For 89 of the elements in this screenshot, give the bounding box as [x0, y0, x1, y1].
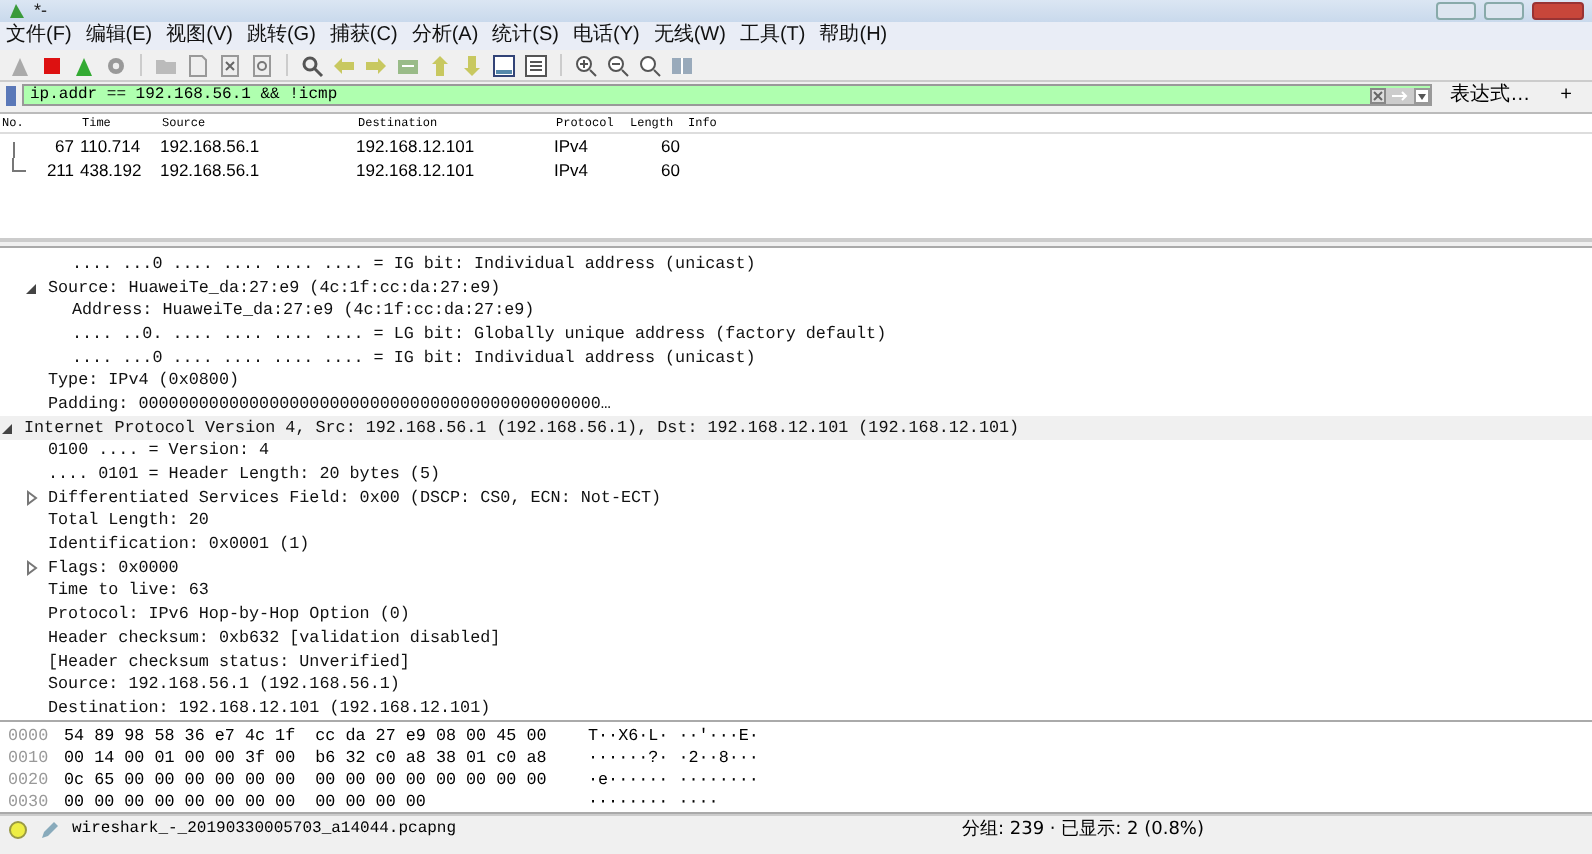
status-dot-icon[interactable]: [8, 819, 28, 839]
ascii-text[interactable]: T··X6·L· ··'···E·: [588, 725, 759, 745]
tree-item[interactable]: Flags: 0x0000: [48, 557, 179, 578]
table-cell-text: 60: [659, 160, 682, 180]
ascii-text[interactable]: ········ ····: [588, 791, 719, 811]
tree-item[interactable]: [Header checksum status: Unverified]: [48, 651, 410, 672]
collapsed-icon[interactable]: [24, 559, 40, 576]
menu-item[interactable]: 视图(V): [164, 24, 245, 48]
hex-offset: 0010: [8, 747, 51, 767]
expanded-icon[interactable]: [0, 419, 16, 436]
lines-icon[interactable]: [524, 53, 548, 77]
zoom-out-icon[interactable]: [606, 53, 630, 77]
menu-item[interactable]: 编辑(E): [83, 24, 165, 48]
menu-item[interactable]: 文件(F): [4, 24, 84, 48]
tree-item[interactable]: .... 0101 = Header Length: 20 bytes (5): [48, 464, 441, 485]
expanded-icon[interactable]: [24, 279, 40, 296]
tree-item[interactable]: .... ...0 .... .... .... .... = IG bit: Individual address (unicast): [72, 253, 756, 274]
ascii-text[interactable]: ·e······ ········: [588, 769, 759, 789]
menu-item[interactable]: 统计(S): [490, 24, 571, 48]
gear-icon[interactable]: [104, 53, 128, 77]
menu-item[interactable]: 无线(W): [651, 24, 738, 48]
tree-item[interactable]: Type: IPv4 (0x0800): [48, 370, 239, 391]
table-cell-text: 192.168.56.1: [160, 136, 262, 156]
pencil-icon[interactable]: [40, 819, 60, 839]
hex-bytes[interactable]: 54 89 98 58 36 e7 4c 1f cc da 27 e9 08 00 45 00: [64, 725, 588, 745]
table-cell-text: IPv4: [554, 160, 591, 180]
table-cell-text: 67: [53, 136, 76, 156]
window-icon[interactable]: [492, 53, 516, 77]
table-cell-text: 110.714: [80, 136, 143, 156]
restore-button[interactable]: [1484, 2, 1524, 20]
hex-offset: 0030: [8, 791, 51, 811]
hex-bytes[interactable]: 00 00 00 00 00 00 00 00 00 00 00 00: [64, 791, 588, 811]
table-cell-text: 192.168.56.1: [160, 160, 262, 180]
menu-item[interactable]: 分析(A): [409, 24, 491, 48]
menu-item[interactable]: 跳转(G): [244, 24, 328, 48]
dropdown-icon[interactable]: [1414, 87, 1431, 103]
ascii-text[interactable]: ······?· ·2··8···: [588, 747, 759, 767]
file-name: wireshark_-_20190330005703_a14044.pcapng: [72, 820, 457, 838]
menu-item[interactable]: 电话(Y): [571, 24, 652, 48]
tree-item[interactable]: Address: HuaweiTe_da:27:e9 (4c:1f:cc:da:27:e9): [72, 300, 535, 321]
hex-bytes[interactable]: 00 14 00 01 00 00 3f 00 b6 32 c0 a8 38 01 c0 a8: [64, 747, 588, 767]
stop-icon[interactable]: [40, 53, 64, 77]
packet-row[interactable]: 67 110.714 192.168.56.1 192.168.12.101 IPv4 60: [0, 134, 1592, 158]
tree-item[interactable]: Destination: 192.168.12.101 (192.168.12.101): [48, 697, 491, 718]
clear-icon[interactable]: [1370, 87, 1387, 103]
down-arrow-icon[interactable]: [460, 53, 484, 77]
table-cell-text: 438.192: [80, 160, 144, 180]
collapsed-icon[interactable]: [24, 489, 40, 506]
zoom-reset-icon[interactable]: [638, 53, 662, 77]
zoom-in-icon[interactable]: [574, 53, 598, 77]
left-arrow-icon[interactable]: [332, 53, 356, 77]
menu-item[interactable]: 工具(T): [737, 24, 818, 48]
tree-item[interactable]: Total Length: 20: [48, 510, 209, 531]
tree-item[interactable]: .... ..0. .... .... .... .... = LG bit: Globally unique address (factory default): [72, 323, 887, 344]
tree-item[interactable]: Header checksum: 0xb632 [validation disabled]: [48, 627, 501, 648]
tree-item[interactable]: Time to live: 63: [48, 580, 209, 601]
hex-bytes[interactable]: 0c 65 00 00 00 00 00 00 00 00 00 00 00 00 00 00: [64, 769, 588, 789]
document-x-icon[interactable]: [218, 53, 242, 77]
tree-item[interactable]: Source: 192.168.56.1 (192.168.56.1): [48, 674, 400, 695]
tree-item[interactable]: Source: HuaweiTe_da:27:e9 (4c:1f:cc:da:27:e9): [48, 277, 501, 298]
tree-item[interactable]: Identification: 0x0001 (1): [48, 534, 310, 555]
table-cell-text: 211: [44, 160, 76, 180]
add-button[interactable]: +: [1548, 84, 1584, 106]
menu-item[interactable]: 捕获(C): [327, 24, 410, 48]
window-title: *-: [34, 2, 47, 20]
bookmark-icon[interactable]: [6, 85, 16, 105]
packet-row[interactable]: 211 438.192 192.168.56.1 192.168.12.101 IPv4 60: [0, 158, 1592, 182]
tree-item[interactable]: Padding: 0000000000000000000000000000000000000000000000…: [48, 393, 611, 414]
expressions-button[interactable]: 表达式…: [1438, 84, 1543, 106]
tree-item[interactable]: 0100 .... = Version: 4: [48, 440, 270, 461]
packet-stats: 分组: 239 · 已显示: 2 (0.8%): [961, 817, 1204, 842]
hex-offset: 0000: [8, 725, 51, 745]
tree-item[interactable]: .... ...0 .... .... .... .... = IG bit: Individual address (unicast): [72, 347, 756, 368]
table-cell-text: IPv4: [554, 136, 591, 156]
tree-item[interactable]: Protocol: IPv6 Hop-by-Hop Option (0): [48, 604, 410, 625]
table-cell-text: 60: [659, 136, 682, 156]
filter-field[interactable]: ip.addr == 192.168.56.1 && !icmp: [22, 84, 1433, 106]
tree-item[interactable]: Differentiated Services Field: 0x00 (DSCP: CS0, ECN: Not-ECT): [48, 487, 662, 508]
close-button[interactable]: [1532, 2, 1584, 20]
up-arrow-icon[interactable]: [428, 53, 452, 77]
columns-icon[interactable]: [670, 53, 694, 77]
hex-offset: 0020: [8, 769, 51, 789]
table-cell-text: 192.168.12.101: [356, 160, 477, 180]
search-icon[interactable]: [300, 53, 324, 77]
table-cell-text: 192.168.12.101: [356, 136, 477, 156]
menu-item[interactable]: 帮助(H): [817, 24, 900, 48]
right-arrow-icon[interactable]: [364, 53, 388, 77]
minimize-button[interactable]: [1436, 2, 1476, 20]
reload-icon[interactable]: [250, 53, 274, 77]
